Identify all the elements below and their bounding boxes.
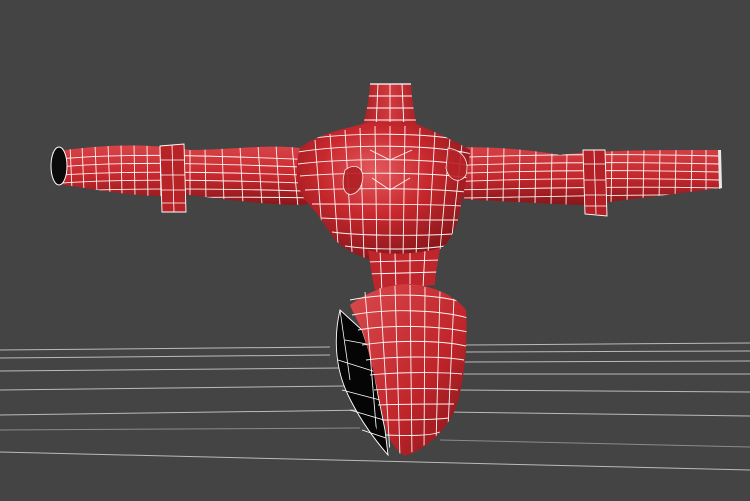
hip-mesh[interactable] bbox=[335, 284, 468, 458]
viewport-canvas[interactable] bbox=[0, 0, 750, 501]
3d-viewport[interactable] bbox=[0, 0, 750, 501]
right-arm-mesh[interactable] bbox=[440, 145, 722, 217]
chest-mesh[interactable] bbox=[296, 122, 472, 262]
neck-mesh[interactable] bbox=[362, 83, 418, 128]
